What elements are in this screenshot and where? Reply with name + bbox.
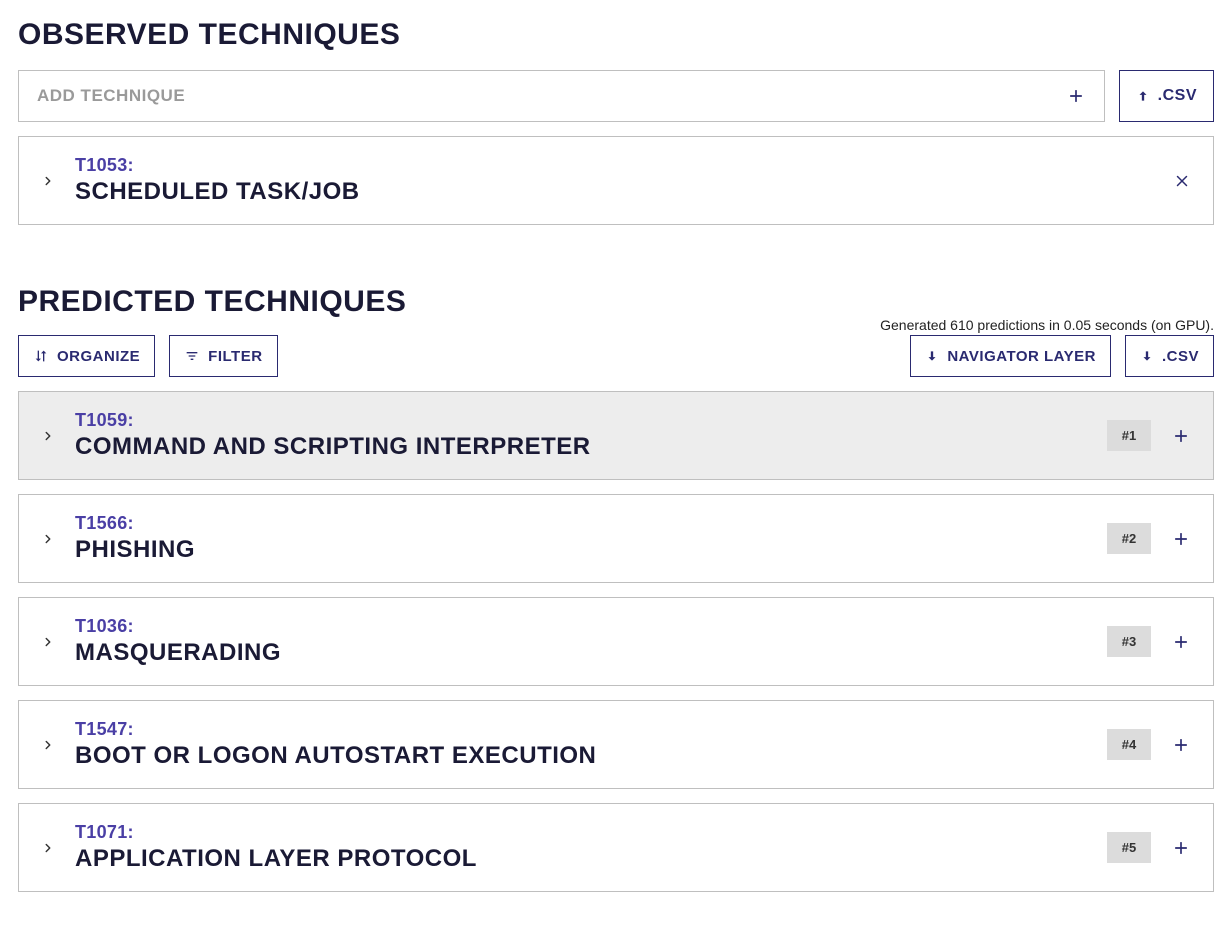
rank-badge: #1 — [1107, 420, 1151, 451]
technique-id: T1059: — [75, 410, 1087, 431]
plus-icon[interactable] — [1171, 632, 1191, 652]
arrow-down-icon — [1140, 349, 1154, 363]
chevron-right-icon[interactable] — [41, 532, 55, 546]
chevron-right-icon[interactable] — [41, 635, 55, 649]
navigator-label: NAVIGATOR LAYER — [947, 348, 1096, 365]
predicted-technique-card[interactable]: T1071:APPLICATION LAYER PROTOCOL #5 — [18, 803, 1214, 892]
arrow-up-icon — [1136, 89, 1150, 103]
technique-name: SCHEDULED TASK/JOB — [75, 178, 1153, 206]
plus-icon[interactable] — [1171, 426, 1191, 446]
technique-id: T1053: — [75, 155, 1153, 176]
plus-icon[interactable] — [1171, 735, 1191, 755]
chevron-right-icon[interactable] — [41, 174, 55, 188]
chevron-right-icon[interactable] — [41, 429, 55, 443]
organize-button[interactable]: ORGANIZE — [18, 335, 155, 377]
upload-csv-button[interactable]: .CSV — [1119, 70, 1214, 122]
csv-label: .CSV — [1162, 348, 1199, 365]
technique-name: BOOT OR LOGON AUTOSTART EXECUTION — [75, 742, 1087, 770]
technique-id: T1036: — [75, 616, 1087, 637]
chevron-right-icon[interactable] — [41, 841, 55, 855]
sort-icon — [33, 348, 49, 364]
filter-label: FILTER — [208, 348, 262, 365]
chevron-right-icon[interactable] — [41, 738, 55, 752]
technique-name: COMMAND AND SCRIPTING INTERPRETER — [75, 433, 1087, 461]
add-technique-placeholder: ADD TECHNIQUE — [37, 86, 185, 106]
rank-badge: #4 — [1107, 729, 1151, 760]
observed-technique-card[interactable]: T1053:SCHEDULED TASK/JOB — [18, 136, 1214, 225]
observed-heading: OBSERVED TECHNIQUES — [18, 18, 1214, 52]
add-technique-input[interactable]: ADD TECHNIQUE — [18, 70, 1105, 122]
technique-name: PHISHING — [75, 536, 1087, 564]
arrow-down-icon — [925, 349, 939, 363]
navigator-layer-button[interactable]: NAVIGATOR LAYER — [910, 335, 1111, 377]
close-icon[interactable] — [1173, 172, 1191, 190]
technique-name: APPLICATION LAYER PROTOCOL — [75, 845, 1087, 873]
csv-label: .CSV — [1158, 87, 1197, 105]
technique-id: T1547: — [75, 719, 1087, 740]
plus-icon[interactable] — [1171, 529, 1191, 549]
rank-badge: #2 — [1107, 523, 1151, 554]
generated-status: Generated 610 predictions in 0.05 second… — [880, 317, 1214, 333]
predicted-heading: PREDICTED TECHNIQUES — [18, 285, 406, 319]
predicted-technique-card[interactable]: T1547:BOOT OR LOGON AUTOSTART EXECUTION #… — [18, 700, 1214, 789]
technique-id: T1566: — [75, 513, 1087, 534]
filter-icon — [184, 348, 200, 364]
download-csv-button[interactable]: .CSV — [1125, 335, 1214, 377]
filter-button[interactable]: FILTER — [169, 335, 277, 377]
predicted-technique-card[interactable]: T1059:COMMAND AND SCRIPTING INTERPRETER #… — [18, 391, 1214, 480]
rank-badge: #3 — [1107, 626, 1151, 657]
technique-id: T1071: — [75, 822, 1087, 843]
plus-icon[interactable] — [1171, 838, 1191, 858]
technique-name: MASQUERADING — [75, 639, 1087, 667]
plus-icon[interactable] — [1066, 86, 1086, 106]
organize-label: ORGANIZE — [57, 348, 140, 365]
predicted-technique-card[interactable]: T1566:PHISHING #2 — [18, 494, 1214, 583]
predicted-technique-card[interactable]: T1036:MASQUERADING #3 — [18, 597, 1214, 686]
rank-badge: #5 — [1107, 832, 1151, 863]
